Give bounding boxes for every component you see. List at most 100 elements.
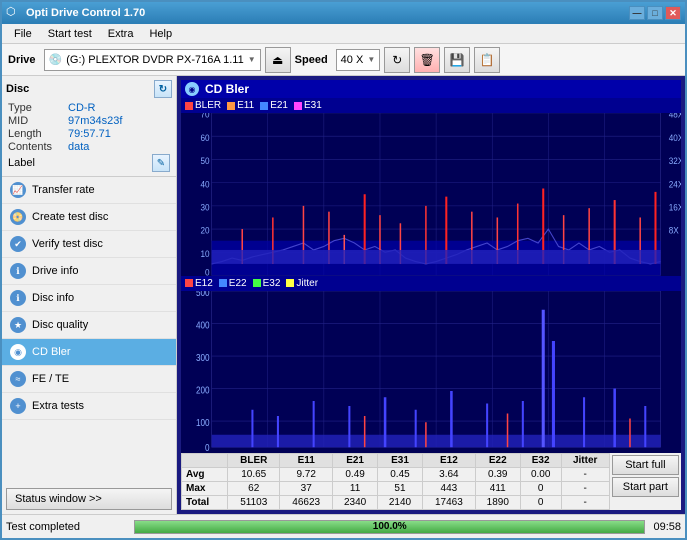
minimize-button[interactable]: — [629,6,645,20]
disc-length-value: 79:57.71 [68,128,111,140]
label-icon-button[interactable]: ✎ [152,154,170,172]
sidebar-item-transfer-rate[interactable]: 📈 Transfer rate [2,177,176,204]
total-jitter: - [561,496,609,510]
legend-e12-label: E12 [195,278,213,289]
drive-value: (G:) PLEXTOR DVDR PX-716A 1.11 [66,54,244,66]
svg-text:0: 0 [205,267,210,275]
svg-text:30: 30 [200,202,209,213]
drive-info-icon: ℹ [10,263,26,279]
max-jitter: - [561,482,609,496]
stats-avg-row: Avg 10.65 9.72 0.49 0.45 3.64 0.39 0.00 … [182,468,610,482]
total-e32: 0 [520,496,561,510]
legend-jitter-label: Jitter [296,278,318,289]
legend-e12: E12 [185,278,213,289]
svg-text:300: 300 [196,352,210,363]
svg-text:8X: 8X [669,225,679,236]
sidebar-item-drive-info[interactable]: ℹ Drive info [2,258,176,285]
right-panel: ◉ CD Bler BLER E11 E21 [177,76,685,514]
drive-selector[interactable]: 💿 (G:) PLEXTOR DVDR PX-716A 1.11 ▼ [44,49,261,71]
sidebar-item-disc-info[interactable]: ℹ Disc info [2,285,176,312]
total-e12: 17463 [422,496,475,510]
top-chart-area: 70 60 50 40 30 20 10 0 0 10 20 30 40 50 … [181,113,681,276]
avg-e32: 0.00 [520,468,561,482]
svg-text:50: 50 [488,452,497,453]
sidebar-label-disc-quality: Disc quality [32,319,88,331]
legend-jitter: Jitter [286,278,318,289]
disc-type-value: CD-R [68,102,96,114]
stats-col-e21: E21 [333,454,378,468]
sidebar-item-fe-te[interactable]: ≈ FE / TE [2,366,176,393]
total-e21: 2340 [333,496,378,510]
disc-length-row: Length 79:57.71 [6,128,172,140]
disc-contents-row: Contents data [6,141,172,153]
svg-text:16X: 16X [669,202,681,213]
stats-max-row: Max 62 37 11 51 443 411 0 - [182,482,610,496]
disc-contents-value: data [68,141,89,153]
disc-disc-label-row: Label ✎ [6,154,172,172]
chart-title: CD Bler [205,82,249,96]
progress-bar: 100.0% [134,520,645,534]
menu-help[interactable]: Help [141,26,180,42]
eject-button[interactable]: ⏏ [265,47,291,73]
sidebar-item-cd-bler[interactable]: ◉ CD Bler [2,339,176,366]
disc-refresh-button[interactable]: ↻ [154,80,172,98]
sidebar-label-drive-info: Drive info [32,265,78,277]
progress-label: 100.0% [135,521,644,533]
speed-label: Speed [295,54,328,66]
stats-col-e22: E22 [475,454,520,468]
legend-e31-label: E31 [304,100,322,111]
max-e32: 0 [520,482,561,496]
legend-e22-label: E22 [229,278,247,289]
disc-info-icon: ℹ [10,290,26,306]
total-bler: 51103 [228,496,280,510]
sidebar-item-disc-quality[interactable]: ★ Disc quality [2,312,176,339]
transfer-rate-icon: 📈 [10,182,26,198]
total-e11: 46623 [280,496,333,510]
close-button[interactable]: ✕ [665,6,681,20]
menu-bar: File Start test Extra Help [2,24,685,44]
bottom-chart-legend: E12 E22 E32 Jitter [181,276,681,291]
clear-button[interactable]: 🗑 [414,47,440,73]
legend-e32: E32 [253,278,281,289]
sidebar-item-extra-tests[interactable]: + Extra tests [2,393,176,420]
speed-selector[interactable]: 40 X ▼ [336,49,381,71]
max-label: Max [182,482,228,496]
save-button[interactable]: 📋 [474,47,500,73]
menu-extra[interactable]: Extra [100,26,142,42]
sidebar-item-create-test-disc[interactable]: 📀 Create test disc [2,204,176,231]
stats-col-e31: E31 [378,454,423,468]
menu-start-test[interactable]: Start test [40,26,100,42]
menu-file[interactable]: File [6,26,40,42]
svg-text:48X: 48X [669,113,681,120]
burn-button[interactable]: 💾 [444,47,470,73]
window-title: Opti Drive Control 1.70 [26,7,629,19]
disc-header: Disc ↻ [6,80,172,98]
fe-te-icon: ≈ [10,371,26,387]
disc-label: Disc [6,83,29,95]
svg-text:40X: 40X [669,132,681,143]
svg-text:20: 20 [200,225,209,236]
total-e31: 2140 [378,496,423,510]
sidebar-label-cd-bler: CD Bler [32,346,71,358]
disc-label-text: Label [8,157,35,169]
avg-e22: 0.39 [475,468,520,482]
status-window-button[interactable]: Status window >> [6,488,172,510]
svg-text:24X: 24X [669,179,681,190]
start-part-button[interactable]: Start part [612,477,679,497]
chart-title-icon: ◉ [185,82,199,96]
max-e31: 51 [378,482,423,496]
total-label: Total [182,496,228,510]
refresh-button[interactable]: ↻ [384,47,410,73]
verify-test-disc-icon: ✔ [10,236,26,252]
maximize-button[interactable]: □ [647,6,663,20]
top-chart-svg: 70 60 50 40 30 20 10 0 0 10 20 30 40 50 … [181,113,681,276]
sidebar-item-verify-test-disc[interactable]: ✔ Verify test disc [2,231,176,258]
bottom-chart-area: 500 400 300 200 100 0 0 10 20 30 40 50 6… [181,291,681,454]
legend-e22: E22 [219,278,247,289]
stats-section: BLER E11 E21 E31 E12 E22 E32 Jitter Avg [181,453,681,510]
disc-quality-icon: ★ [10,317,26,333]
legend-e31: E31 [294,100,322,111]
start-full-button[interactable]: Start full [612,455,679,475]
disc-type-row: Type CD-R [6,102,172,114]
legend-e21: E21 [260,100,288,111]
